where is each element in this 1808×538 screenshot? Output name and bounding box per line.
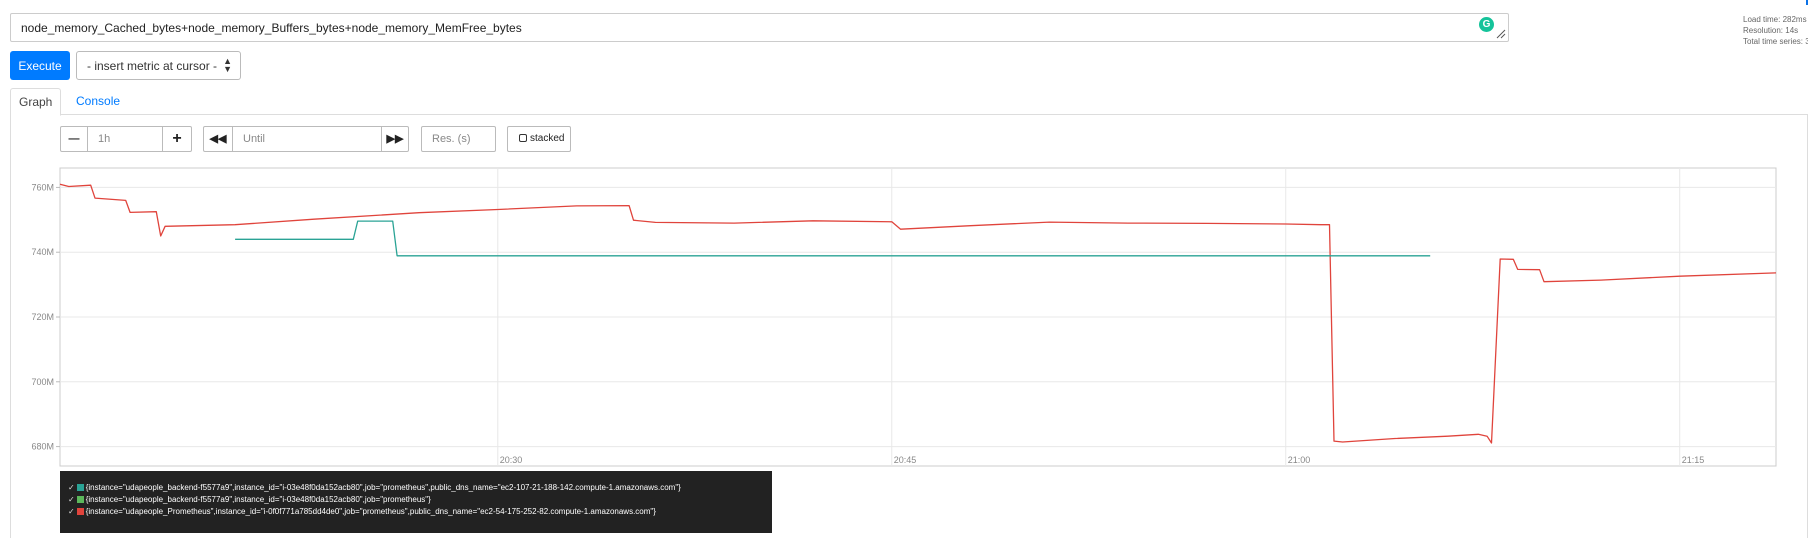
total-series: Total time series: 3 — [1743, 37, 1808, 46]
insert-metric-select[interactable]: - insert metric at cursor - ▲ ▼ — [76, 51, 241, 80]
check-icon: ✓ — [68, 495, 75, 504]
minus-icon: — — [68, 133, 80, 145]
fast-backward-icon: ◀◀ — [209, 133, 227, 145]
expression-text: node_memory_Cached_bytes+node_memory_Buf… — [21, 21, 522, 35]
resize-handle-icon[interactable] — [1496, 29, 1506, 39]
fast-forward-icon: ▶▶ — [386, 133, 404, 145]
y-tick-label: 740M — [31, 247, 54, 257]
legend-item[interactable]: ✓ {instance="udapeople_Prometheus",instan… — [60, 506, 772, 518]
range-increase-button[interactable]: + — [162, 126, 192, 152]
x-tick-label: 21:00 — [1288, 455, 1311, 465]
stacked-toggle-button[interactable]: stacked — [507, 126, 571, 152]
range-input[interactable]: 1h — [87, 126, 163, 152]
y-tick-label: 760M — [31, 182, 54, 192]
check-icon: ✓ — [68, 483, 75, 492]
tab-graph[interactable]: Graph — [10, 88, 62, 116]
execute-button[interactable]: Execute — [10, 51, 70, 80]
legend-swatch — [76, 508, 84, 515]
grammarly-icon[interactable]: G — [1479, 17, 1494, 32]
load-time: Load time: 282ms — [1743, 15, 1807, 24]
plus-icon: + — [172, 130, 182, 147]
legend-label: {instance="udapeople_Prometheus",instanc… — [85, 507, 656, 516]
x-tick-label: 20:30 — [500, 455, 523, 465]
chart-legend: ✓ {instance="udapeople_backend-f5577a9",i… — [60, 471, 772, 533]
tab-bar: Graph Console — [10, 88, 1808, 116]
tab-console[interactable]: Console — [68, 88, 128, 116]
time-forward-button[interactable]: ▶▶ — [381, 126, 409, 152]
y-tick-label: 680M — [31, 442, 54, 452]
until-input[interactable]: Until — [232, 126, 382, 152]
query-stats: Load time: 282ms Resolution: 14s Total t… — [1743, 14, 1808, 47]
legend-swatch — [76, 484, 84, 491]
y-tick-label: 700M — [31, 377, 54, 387]
y-tick-label: 720M — [31, 312, 54, 322]
legend-swatch — [76, 496, 84, 503]
x-tick-label: 21:15 — [1682, 455, 1705, 465]
resolution: Resolution: 14s — [1743, 26, 1799, 35]
range-decrease-button[interactable]: — — [60, 126, 88, 152]
select-arrows-icon: ▲ ▼ — [223, 56, 232, 74]
time-series-chart[interactable]: 760M 740M 720M 700M 680M 20:30 20:45 21:00 21:15 — [0, 160, 1808, 470]
legend-item[interactable]: ✓ {instance="udapeople_backend-f5577a9",i… — [60, 494, 772, 506]
expression-input[interactable]: node_memory_Cached_bytes+node_memory_Buf… — [10, 13, 1509, 42]
legend-label: {instance="udapeople_backend-f5577a9",in… — [85, 483, 681, 492]
stacked-label: stacked — [530, 133, 565, 144]
resolution-input[interactable]: Res. (s) — [421, 126, 496, 152]
insert-metric-label: - insert metric at cursor - — [87, 59, 218, 73]
check-icon: ✓ — [68, 507, 75, 516]
checkbox-icon — [519, 134, 527, 142]
chart-container: 760M 740M 720M 700M 680M 20:30 20:45 21:00 21:15 — [0, 160, 1808, 475]
time-back-button[interactable]: ◀◀ — [203, 126, 233, 152]
legend-label: {instance="udapeople_backend-f5577a9",in… — [85, 495, 431, 504]
x-tick-label: 20:45 — [894, 455, 917, 465]
legend-item[interactable]: ✓ {instance="udapeople_backend-f5577a9",i… — [60, 482, 772, 494]
